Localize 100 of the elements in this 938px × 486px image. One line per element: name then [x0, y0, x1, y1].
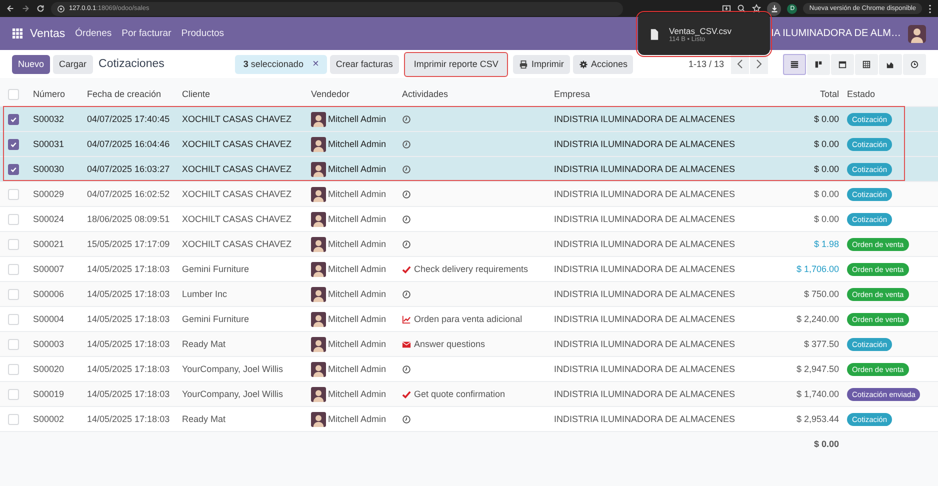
reload-icon[interactable]: [36, 4, 45, 13]
action-button[interactable]: Imprimir reporte CSV: [404, 52, 508, 76]
company-name: INDISTRIA ILUMINADORA DE ALMACENES: [554, 364, 736, 374]
menu-item[interactable]: Por facturar: [122, 28, 172, 39]
user-avatar[interactable]: [908, 24, 926, 42]
creation-date: 14/05/2025 17:18:03: [87, 314, 170, 324]
pager-text[interactable]: 1-13 / 13: [688, 59, 724, 69]
salesperson-name: Mitchell Admin: [328, 139, 386, 149]
customer-name: Lumber Inc: [182, 289, 228, 299]
total-amount: $ 1.98: [814, 239, 839, 249]
user-avatar: [311, 136, 326, 152]
clock-icon[interactable]: [402, 414, 411, 424]
column-header[interactable]: Cliente: [182, 89, 210, 99]
kanban-view-button[interactable]: [807, 54, 830, 74]
action-button[interactable]: Crear facturas: [330, 54, 399, 74]
printer-icon[interactable]: [519, 60, 528, 68]
more-icon[interactable]: [928, 4, 932, 14]
user-avatar: [311, 312, 326, 326]
clock-icon[interactable]: [402, 140, 411, 148]
column-header[interactable]: Número: [33, 89, 66, 99]
user-avatar: [311, 362, 326, 376]
salesperson-name: Mitchell Admin: [328, 239, 386, 249]
creation-date: 15/05/2025 17:17:09: [87, 239, 170, 249]
select-all-checkbox[interactable]: [8, 88, 19, 100]
zoom-icon[interactable]: [737, 4, 746, 13]
column-header[interactable]: Total: [820, 89, 839, 99]
clock-icon[interactable]: [402, 240, 411, 248]
pivot-view-button[interactable]: [855, 54, 878, 74]
upload-button[interactable]: Cargar: [53, 54, 93, 74]
action-button[interactable]: Acciones: [572, 54, 634, 74]
total-amount: $ 2,947.50: [796, 364, 839, 374]
clock-icon[interactable]: [402, 214, 411, 224]
new-button[interactable]: Nuevo: [12, 54, 50, 74]
download-button[interactable]: [767, 2, 782, 16]
site-info-icon[interactable]: [57, 4, 65, 12]
checkmark-icon[interactable]: [402, 264, 411, 274]
apps-menu-icon[interactable]: [12, 28, 23, 39]
list-icon[interactable]: [790, 60, 799, 68]
clock-icon[interactable]: [402, 190, 411, 198]
user-avatar: [311, 262, 326, 276]
kanban-icon[interactable]: [814, 60, 823, 68]
chevron-left-icon[interactable]: [736, 59, 744, 69]
order-number: S00019: [33, 389, 64, 399]
creation-date: 14/05/2025 17:18:03: [87, 339, 170, 349]
clock-icon[interactable]: [910, 60, 919, 68]
app-name[interactable]: Ventas: [30, 28, 66, 40]
download-icon[interactable]: [770, 4, 779, 13]
envelope-icon[interactable]: [402, 340, 411, 348]
customer-name: Ready Mat: [182, 414, 226, 424]
area-chart-icon[interactable]: [886, 60, 895, 68]
menu-item[interactable]: Productos: [181, 28, 224, 39]
salesperson-name: Mitchell Admin: [328, 164, 386, 174]
graph-view-button[interactable]: [879, 54, 902, 74]
customer-name: Gemini Furniture: [182, 314, 250, 324]
chevron-right-icon[interactable]: [755, 59, 763, 69]
company-switcher[interactable]: IA ILUMINADORA DE ALM…: [770, 28, 901, 39]
activity-view-button[interactable]: [903, 54, 926, 74]
grid-icon[interactable]: [862, 60, 871, 68]
line-chart-icon[interactable]: [402, 314, 411, 324]
salesperson-name: Mitchell Admin: [328, 314, 386, 324]
customer-name: XOCHILT CASAS CHAVEZ: [182, 189, 292, 199]
total-amount: $ 0.00: [814, 114, 839, 124]
total-amount: $ 750.00: [804, 289, 839, 299]
star-icon[interactable]: [752, 4, 762, 13]
menu-item[interactable]: Órdenes: [75, 28, 112, 39]
column-header[interactable]: Estado: [847, 89, 876, 99]
customer-name: YourCompany, Joel Willis: [182, 364, 284, 374]
column-header[interactable]: Vendedor: [311, 89, 350, 99]
back-icon[interactable]: [6, 4, 15, 13]
calendar-icon[interactable]: [838, 60, 847, 68]
sum-total: $ 0.00: [814, 439, 839, 449]
calendar-view-button[interactable]: [831, 54, 854, 74]
salesperson-name: Mitchell Admin: [328, 414, 386, 424]
creation-date: 14/05/2025 17:18:03: [87, 364, 170, 374]
column-header[interactable]: Fecha de creación: [87, 89, 162, 99]
user-avatar: [311, 236, 326, 252]
column-header[interactable]: Empresa: [554, 89, 590, 99]
action-button[interactable]: Imprimir: [513, 54, 570, 74]
company-name: INDISTRIA ILUMINADORA DE ALMACENES: [554, 289, 736, 299]
column-header[interactable]: Actividades: [402, 89, 448, 99]
clear-selection-button[interactable]: ×: [312, 58, 319, 70]
next-page-button[interactable]: [750, 54, 768, 74]
creation-date: 04/07/2025 16:04:46: [87, 139, 170, 149]
company-name: INDISTRIA ILUMINADORA DE ALMACENES: [554, 389, 736, 399]
total-amount: $ 377.50: [804, 339, 839, 349]
clock-icon[interactable]: [402, 114, 411, 124]
forward-icon[interactable]: [21, 4, 30, 13]
list-view-button[interactable]: [783, 54, 806, 74]
clock-icon[interactable]: [402, 290, 411, 298]
salesperson-name: Mitchell Admin: [328, 189, 386, 199]
gear-icon[interactable]: [578, 60, 588, 68]
company-name: INDISTRIA ILUMINADORA DE ALMACENES: [554, 264, 736, 274]
clock-icon[interactable]: [402, 164, 411, 174]
creation-date: 14/05/2025 17:18:03: [87, 264, 170, 274]
checkmark-icon[interactable]: [402, 390, 411, 398]
file-name[interactable]: Ventas_CSV.csv: [669, 26, 732, 36]
customer-name: XOCHILT CASAS CHAVEZ: [182, 164, 292, 174]
selection-count: 3 seleccionado: [243, 59, 304, 69]
clock-icon[interactable]: [402, 364, 411, 374]
user-avatar: [311, 162, 326, 176]
